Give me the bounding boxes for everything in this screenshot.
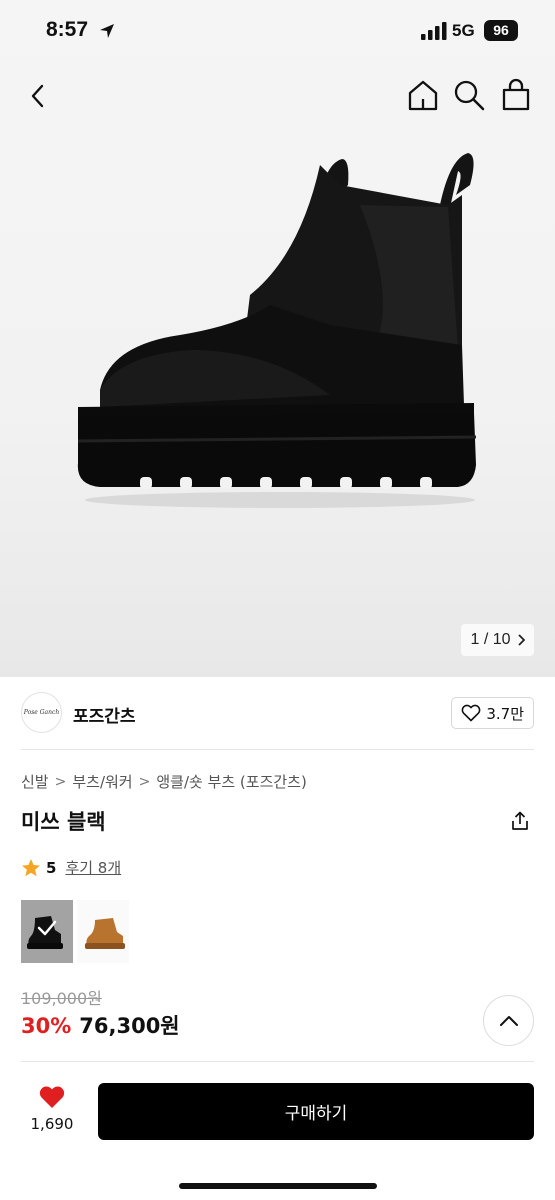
product-boot-image: [77, 153, 477, 508]
color-variants: [21, 900, 129, 963]
variant-tan-thumbnail: [85, 918, 125, 949]
rating-row: 5 후기 8개: [21, 857, 121, 878]
breadcrumb: 신발 > 부츠/워커 > 앵클/숏 부츠 (포즈간츠): [21, 771, 307, 792]
wishlist-count: 1,690: [30, 1115, 74, 1133]
back-button[interactable]: [22, 80, 54, 112]
wishlist-button[interactable]: 1,690: [20, 1084, 84, 1140]
scroll-to-top-button[interactable]: [483, 995, 534, 1046]
brand-name[interactable]: 포즈간츠: [73, 702, 136, 727]
brand-like-count: 3.7만: [486, 704, 524, 723]
chevron-right-icon: >: [138, 773, 151, 790]
chevron-right-icon: [517, 634, 525, 646]
shopping-bag-icon[interactable]: [500, 78, 532, 112]
price-row: 30% 76,300원: [21, 1010, 180, 1040]
rating-score: 5: [46, 858, 57, 877]
home-indicator: [179, 1183, 377, 1189]
star-icon: [22, 858, 40, 876]
breadcrumb-item[interactable]: 앵클/숏 부츠 (포즈간츠): [156, 771, 307, 792]
review-link[interactable]: 후기 8개: [65, 857, 121, 878]
brand-row: Pose Ganch 포즈간츠 3.7만: [21, 690, 534, 736]
share-icon[interactable]: [509, 810, 531, 832]
image-counter[interactable]: 1 / 10: [461, 624, 534, 656]
status-time: 8:57: [46, 18, 89, 41]
original-price: 109,000원: [21, 989, 102, 1008]
discount-rate: 30%: [21, 1014, 72, 1038]
variant-tan[interactable]: [77, 900, 129, 963]
heart-outline-icon: [461, 704, 481, 722]
divider: [21, 749, 534, 750]
location-arrow-icon: [100, 24, 114, 38]
image-counter-label: 1 / 10: [470, 631, 511, 648]
chevron-up-icon: [499, 1015, 518, 1026]
breadcrumb-item[interactable]: 신발: [21, 771, 49, 792]
check-icon: [37, 920, 57, 936]
brand-logo[interactable]: Pose Ganch: [21, 692, 62, 733]
cellular-signal-icon: [421, 22, 447, 40]
chevron-right-icon: >: [54, 773, 67, 790]
brand-logo-text: Pose Ganch: [23, 709, 60, 716]
heart-filled-icon: [39, 1086, 65, 1108]
search-icon[interactable]: [452, 78, 486, 112]
sale-price: 76,300원: [79, 1014, 180, 1038]
bottom-action-bar: 1,690 구매하기: [0, 1062, 555, 1200]
product-title: 미쓰 블랙: [21, 810, 106, 834]
brand-like-button[interactable]: 3.7만: [451, 697, 534, 729]
status-bar: 8:57 5G 96: [0, 0, 555, 62]
variant-black[interactable]: [21, 900, 73, 963]
buy-button[interactable]: 구매하기: [98, 1083, 534, 1140]
home-icon[interactable]: [406, 78, 440, 112]
breadcrumb-item[interactable]: 부츠/워커: [72, 771, 132, 792]
product-image-gallery[interactable]: 1 / 10: [0, 0, 555, 677]
network-type: 5G: [452, 21, 475, 40]
battery-level: 96: [484, 20, 518, 41]
chevron-left-icon: [31, 84, 44, 108]
